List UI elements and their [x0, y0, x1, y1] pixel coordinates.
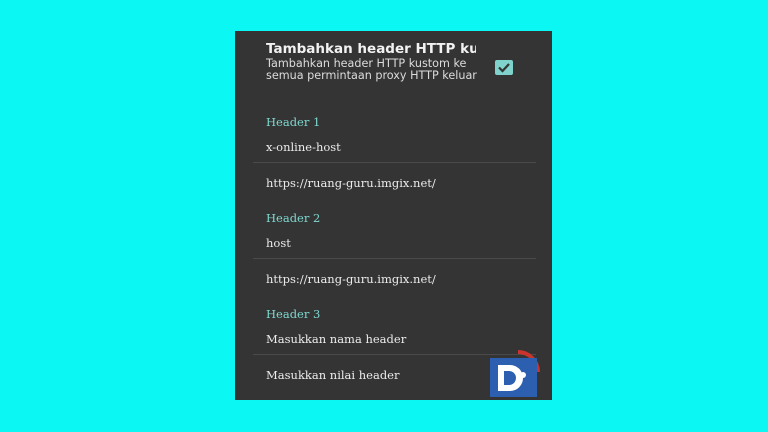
- header-1-value-field[interactable]: https://ruang-guru.imgix.net/: [266, 176, 436, 190]
- header-1-section-title: Header 1: [266, 115, 321, 129]
- custom-header-checkbox[interactable]: [495, 60, 513, 75]
- header-3-name-field[interactable]: Masukkan nama header: [266, 332, 406, 346]
- header-3-value-field[interactable]: Masukkan nilai header: [266, 368, 399, 382]
- header-2-section-title: Header 2: [266, 211, 321, 225]
- toggle-title: Tambahkan header HTTP ku..: [266, 41, 476, 57]
- custom-header-toggle-row[interactable]: Tambahkan header HTTP ku.. Tambahkan hea…: [235, 31, 552, 101]
- header-2-name-field[interactable]: host: [266, 236, 291, 250]
- toggle-description: Tambahkan header HTTP kustom ke semua pe…: [266, 57, 477, 83]
- header-1-name-field[interactable]: x-online-host: [266, 140, 341, 154]
- header-3-section-title: Header 3: [266, 307, 321, 321]
- header-2-value-field[interactable]: https://ruang-guru.imgix.net/: [266, 272, 436, 286]
- divider: [253, 258, 536, 259]
- d-logo-icon: [490, 344, 543, 397]
- check-icon: [498, 63, 510, 73]
- divider: [253, 162, 536, 163]
